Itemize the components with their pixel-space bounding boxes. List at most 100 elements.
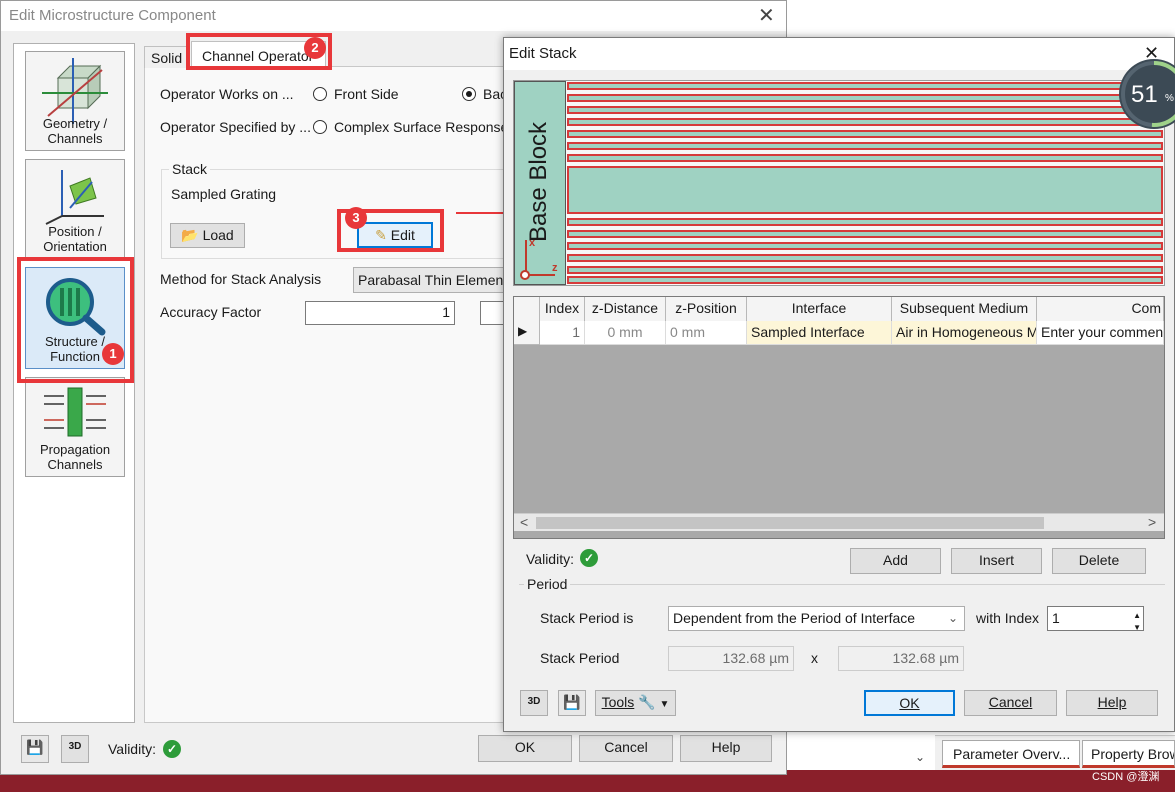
main-ok-button[interactable]: OK	[478, 735, 572, 762]
row-selector[interactable]: ▶	[514, 321, 540, 345]
background-chevron-down-icon[interactable]: ⌄	[915, 750, 925, 764]
tools-dropdown-icon: ▼	[659, 699, 670, 710]
close-icon[interactable]: ✕	[758, 3, 775, 28]
table-hscrollbar[interactable]: < >	[514, 513, 1164, 531]
col-interface[interactable]: Interface	[747, 297, 892, 321]
accuracy-label: Accuracy Factor	[160, 304, 262, 320]
stack-ok-button[interactable]: OK	[864, 690, 955, 716]
cube-3d-icon: 3D	[68, 741, 82, 752]
stack-save-button[interactable]: 💾	[558, 690, 586, 716]
stepper-down-icon[interactable]: ▼	[1133, 616, 1141, 639]
annotation-badge-2: 2	[304, 37, 326, 59]
delete-button[interactable]: Delete	[1052, 548, 1146, 574]
cell-medium[interactable]: Air in Homogeneous M	[892, 321, 1037, 345]
stack-layer	[567, 166, 1163, 214]
axis-origin	[520, 270, 530, 280]
nav-geometry-channels[interactable]: Geometry / Channels	[25, 51, 125, 151]
with-index-stepper[interactable]: 1 ▲ ▼	[1047, 606, 1144, 632]
main-help-button[interactable]: Help	[680, 735, 772, 762]
stack-help-button[interactable]: Help	[1066, 690, 1158, 716]
tools-button[interactable]: Tools 🔧 ▼	[595, 690, 676, 716]
period-y-field: 132.68 µm	[838, 646, 964, 671]
main-cancel-button[interactable]: Cancel	[579, 735, 673, 762]
stack-period-label: Stack Period	[540, 650, 620, 666]
col-z-position[interactable]: z-Position	[666, 297, 747, 321]
col-subsequent-medium[interactable]: Subsequent Medium	[892, 297, 1037, 321]
tab-property-label: Property Brow	[1091, 746, 1175, 762]
cell-interface[interactable]: Sampled Interface	[747, 321, 892, 345]
stack-layer	[567, 154, 1163, 162]
progress-ring: 51 %	[1117, 57, 1175, 131]
main-titlebar: Edit Microstructure Component ✕	[1, 1, 786, 31]
nav-position-orientation[interactable]: Position / Orientation	[25, 159, 125, 259]
propagation-arrows-icon	[44, 387, 106, 437]
front-side-label: Front Side	[334, 86, 399, 102]
annotation-badge-3: 3	[345, 207, 367, 229]
stack-cancel-button[interactable]: Cancel	[964, 690, 1057, 716]
complex-surface-radio[interactable]	[313, 120, 327, 134]
load-button-label: Load	[202, 227, 234, 243]
add-button[interactable]: Add	[850, 548, 941, 574]
main-validity-label: Validity:	[108, 741, 156, 757]
period-x-value: 132.68 µm	[722, 650, 789, 666]
scroll-left-icon[interactable]: <	[520, 514, 528, 530]
front-side-radio[interactable]	[313, 87, 327, 101]
axis-x-label: x	[529, 237, 536, 249]
tab-parameter-overview[interactable]: Parameter Overv...	[942, 740, 1080, 768]
tab-solid[interactable]: Solid	[144, 46, 189, 68]
watermark: CSDN @澄渊	[1092, 771, 1160, 783]
insert-button[interactable]: Insert	[951, 548, 1042, 574]
col-comment[interactable]: Com	[1037, 297, 1164, 321]
main-help-label: Help	[711, 739, 741, 755]
save-disabled-button[interactable]: 💾	[21, 735, 49, 763]
nav-propagation-label: Propagation Channels	[39, 442, 111, 472]
stack-layer	[567, 94, 1163, 102]
period-times-label: x	[811, 650, 818, 666]
stack-period-is-value: Dependent from the Period of Interface	[673, 610, 916, 626]
cell-index[interactable]: 1	[540, 321, 585, 345]
tools-wrench-icon: 🔧	[638, 694, 656, 710]
stack-group-label: Stack	[169, 161, 211, 177]
accuracy-input[interactable]: 1	[305, 301, 455, 325]
stack-cube-3d-icon: 3D	[527, 696, 541, 707]
period-y-value: 132.68 µm	[892, 650, 959, 666]
main-ok-label: OK	[514, 739, 536, 755]
folder-open-icon: 📂	[181, 227, 199, 243]
nav-position-label: Position / Orientation	[43, 224, 107, 254]
method-select[interactable]: Parabasal Thin Element A	[353, 267, 513, 293]
view-3d-button[interactable]: 3D	[61, 735, 89, 763]
scroll-thumb[interactable]	[536, 517, 1044, 529]
tab-property-browser[interactable]: Property Brow	[1082, 740, 1175, 768]
insert-button-label: Insert	[978, 552, 1014, 568]
nav-propagation-channels[interactable]: Propagation Channels	[25, 377, 125, 477]
tab-solid-label: Solid	[151, 50, 183, 66]
progress-value: 51	[1131, 81, 1158, 108]
operator-specified-by-label: Operator Specified by ...	[160, 119, 311, 135]
col-index[interactable]: Index	[540, 297, 585, 321]
floppy-disk-icon: 💾	[26, 739, 44, 755]
method-label: Method for Stack Analysis	[160, 271, 322, 287]
cell-comment[interactable]: Enter your comment	[1037, 321, 1164, 345]
stack-layer	[567, 118, 1163, 126]
period-group-label: Period	[524, 576, 571, 592]
scroll-right-icon[interactable]: >	[1148, 514, 1156, 530]
cell-z-position[interactable]: 0 mm	[666, 321, 747, 345]
main-cancel-label: Cancel	[604, 739, 648, 755]
load-button[interactable]: 📂 Load	[170, 223, 245, 248]
base-block: Base Block	[514, 81, 566, 285]
accuracy-value: 1	[442, 304, 450, 320]
stack-layer	[567, 106, 1163, 114]
main-window-title: Edit Microstructure Component	[9, 7, 216, 24]
back-side-radio[interactable]	[462, 87, 476, 101]
stack-period-is-select[interactable]: Dependent from the Period of Interface ⌄	[668, 606, 965, 631]
stack-validity-check-icon: ✓	[580, 549, 598, 567]
delete-button-label: Delete	[1078, 552, 1120, 568]
stack-3d-button[interactable]: 3D	[520, 690, 548, 716]
tools-button-label: Tools	[601, 694, 635, 710]
stack-floppy-disk-icon: 💾	[563, 694, 581, 710]
cell-z-distance[interactable]: 0 mm	[585, 321, 666, 345]
stack-period-is-label: Stack Period is	[540, 610, 634, 626]
add-button-label: Add	[883, 552, 908, 568]
method-select-value: Parabasal Thin Element A	[358, 272, 513, 288]
col-z-distance[interactable]: z-Distance	[585, 297, 666, 321]
